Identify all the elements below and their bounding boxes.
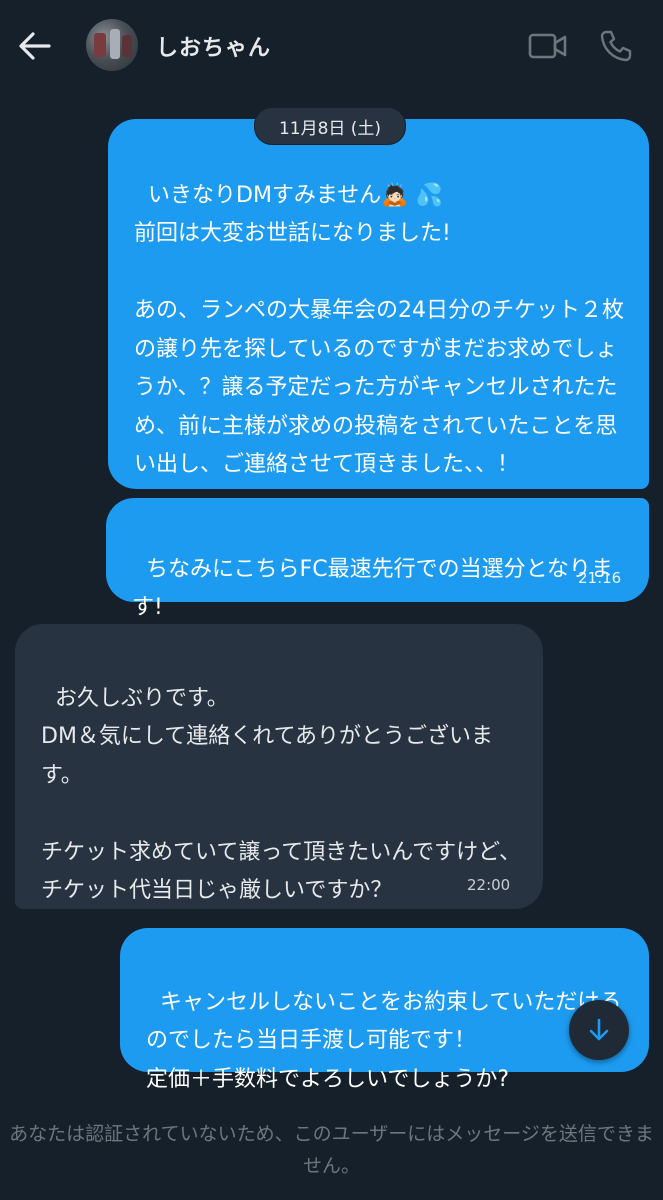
phone-icon (600, 30, 632, 62)
video-call-icon (528, 33, 567, 59)
back-button[interactable] (14, 28, 54, 64)
video-call-button[interactable] (528, 30, 568, 62)
message-timestamp: 22:00 (467, 876, 511, 894)
message-timestamp: 21:16 (578, 569, 622, 587)
arrow-down-icon (589, 1018, 609, 1041)
date-divider: 11月8日 (土) (254, 107, 406, 145)
phone-call-button[interactable] (598, 28, 634, 64)
message-bubble-outgoing[interactable]: キャンセルしないことをお約束していただけるのでしたら当日手渡し可能です！ 定価＋… (120, 928, 649, 1092)
message-bubble-outgoing[interactable]: ちなみにこちらFC最速先行での当選分となります! 21:16 (106, 498, 649, 620)
message-text: ちなみにこちらFC最速先行での当選分となります! (132, 556, 613, 621)
message-bubble-outgoing[interactable]: いきなりDMすみません🙇🏻 💦 前回は大変お世話になりました! あの、ランペの大… (108, 119, 649, 489)
cannot-message-notice-text: あなたは認証されていないため、このユーザーにはメッセージを送信できません。 (9, 1123, 654, 1177)
contact-name[interactable]: しおちゃん (156, 30, 271, 62)
message-text: お久しぶりです。 DM＆気にして連絡くれてありがとうございます。 チケット求めて… (41, 685, 522, 904)
conversation-header: しおちゃん (0, 0, 663, 95)
cannot-message-notice: あなたは認証されていないため、このユーザーにはメッセージを送信できません。 (0, 1118, 663, 1182)
scroll-to-bottom-button[interactable] (569, 1000, 629, 1060)
back-arrow-icon (19, 32, 51, 60)
message-text: いきなりDMすみません🙇🏻 💦 前回は大変お世話になりました! あの、ランペの大… (134, 182, 624, 478)
message-text: キャンセルしないことをお約束していただけるのでしたら当日手渡し可能です！ 定価＋… (146, 989, 622, 1092)
message-bubble-incoming[interactable]: お久しぶりです。 DM＆気にして連絡くれてありがとうございます。 チケット求めて… (15, 624, 543, 909)
avatar[interactable] (86, 19, 138, 71)
